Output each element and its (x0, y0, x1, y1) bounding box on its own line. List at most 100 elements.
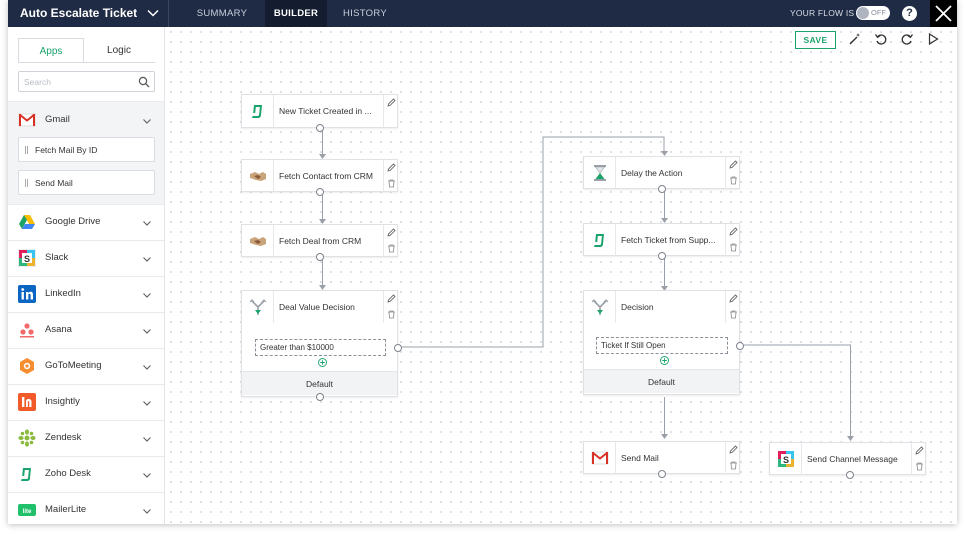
tab-apps[interactable]: Apps (18, 38, 84, 63)
arrowhead (661, 434, 668, 439)
output-port[interactable] (658, 252, 666, 260)
trash-icon[interactable] (729, 176, 738, 185)
zoho-desk-icon (21, 468, 31, 481)
trash-icon[interactable] (387, 310, 396, 319)
tab-history[interactable]: HISTORY (335, 0, 395, 27)
sidebar-item-label: Slack (45, 252, 69, 263)
flow-node-deal-decision[interactable]: Deal Value Decision Greater than $10000 … (241, 290, 402, 401)
svg-text:S: S (783, 455, 789, 465)
trash-icon[interactable] (387, 244, 396, 253)
chevron-down-icon[interactable] (142, 290, 152, 300)
tab-builder[interactable]: BUILDER (265, 0, 327, 27)
chevron-down-icon[interactable] (142, 362, 152, 372)
flow-node-fetch-contact[interactable]: Fetch Contact from CRM (241, 159, 398, 196)
edit-icon[interactable] (387, 228, 396, 237)
action-fetch-mail-by-id[interactable]: Fetch Mail By ID (18, 137, 155, 162)
sidebar-item-label: Gmail (45, 114, 70, 125)
condition-branch[interactable]: Ticket If Still Open (596, 337, 728, 354)
chevron-down-icon[interactable] (142, 116, 152, 126)
flow-node-trigger[interactable]: New Ticket Created in ... (241, 94, 398, 132)
slack-icon: S (778, 451, 794, 467)
tab-underline (18, 62, 155, 63)
chevron-down-icon[interactable] (142, 398, 152, 408)
asana-icon (20, 323, 34, 338)
sidebar-item-label: MailerLite (45, 504, 87, 515)
flow-status-toggle[interactable]: OFF (856, 6, 890, 20)
flow-node-fetch-deal[interactable]: Fetch Deal from CRM (241, 224, 398, 261)
chevron-down-icon[interactable] (142, 434, 152, 444)
output-port[interactable] (316, 188, 324, 196)
flow-node-send-mail[interactable]: Send Mail (583, 441, 740, 478)
output-port[interactable] (316, 124, 324, 132)
sidebar-item-slack[interactable]: S Slack (8, 240, 164, 276)
search-input[interactable] (24, 75, 129, 89)
sidebar-item-gotomeeting[interactable]: GoToMeeting (8, 348, 164, 384)
node-tools (383, 95, 398, 127)
sidebar-item-zoho-desk[interactable]: Zoho Desk (8, 456, 164, 492)
output-port[interactable] (658, 185, 666, 193)
trash-icon[interactable] (387, 179, 396, 188)
trash-icon[interactable] (729, 310, 738, 319)
trash-icon[interactable] (729, 461, 738, 470)
branch-port[interactable] (394, 344, 402, 352)
edit-icon[interactable] (729, 294, 738, 303)
flow-canvas[interactable]: SAVE New Ticket Created in ... Fetch Con… (166, 27, 957, 524)
edit-icon[interactable] (729, 445, 738, 454)
chevron-down-icon[interactable] (146, 6, 160, 20)
chevron-down-icon[interactable] (142, 218, 152, 228)
node-label: Decision (621, 302, 654, 312)
output-port[interactable] (846, 471, 854, 479)
sidebar-item-google-drive[interactable]: Google Drive (8, 204, 164, 240)
branch-port[interactable] (736, 342, 744, 350)
sidebar-item-label: Zendesk (45, 432, 82, 443)
sidebar-item-zendesk[interactable]: Zendesk (8, 420, 164, 456)
tab-logic[interactable]: Logic (86, 38, 152, 63)
sidebar: Apps Logic Gmail Fetch Mail By ID Send M… (8, 27, 165, 524)
sidebar-item-gmail[interactable]: Gmail Fetch Mail By ID Send Mail (8, 101, 164, 213)
edit-icon[interactable] (387, 163, 396, 172)
add-condition-icon[interactable] (318, 358, 327, 367)
default-branch[interactable]: Default (242, 371, 397, 395)
edit-icon[interactable] (915, 446, 924, 455)
chevron-down-icon[interactable] (142, 254, 152, 264)
edit-icon[interactable] (387, 98, 396, 107)
action-send-mail[interactable]: Send Mail (18, 170, 155, 195)
help-button[interactable]: ? (902, 6, 917, 21)
edit-icon[interactable] (729, 160, 738, 169)
node-icon-cell (584, 442, 616, 474)
sidebar-item-label: Zoho Desk (45, 468, 91, 479)
flow-node-fetch-ticket[interactable]: Fetch Ticket from Supp... (583, 223, 740, 260)
sidebar-item-insightly[interactable]: Insightly (8, 384, 164, 420)
flow-node-send-channel-message[interactable]: S Send Channel Message (769, 442, 926, 479)
close-button[interactable] (930, 0, 957, 27)
condition-branch[interactable]: Greater than $10000 (255, 339, 386, 356)
sidebar-item-linkedin[interactable]: LinkedIn (8, 276, 164, 312)
edit-icon[interactable] (729, 227, 738, 236)
sidebar-item-asana[interactable]: Asana (8, 312, 164, 348)
trash-icon[interactable] (729, 243, 738, 252)
sidebar-item-mailerlite[interactable]: lite MailerLite (8, 492, 164, 524)
mailerlite-icon: lite (18, 504, 36, 516)
drag-handle-icon[interactable] (25, 179, 28, 187)
default-branch[interactable]: Default (584, 369, 739, 393)
chevron-down-icon[interactable] (142, 326, 152, 336)
zoho-desk-icon (594, 234, 604, 247)
edit-icon[interactable] (387, 294, 396, 303)
flow-title[interactable]: Auto Escalate Ticket (20, 6, 137, 20)
hourglass-icon (594, 165, 606, 181)
flow-node-decision[interactable]: Decision Ticket If Still Open Default (583, 290, 744, 395)
output-port[interactable] (658, 470, 666, 478)
node-label: Send Mail (621, 453, 659, 463)
tab-summary[interactable]: SUMMARY (189, 0, 255, 27)
search-icon[interactable] (138, 76, 150, 88)
trash-icon[interactable] (915, 462, 924, 471)
sidebar-item-label: Google Drive (45, 216, 101, 227)
output-port[interactable] (316, 253, 324, 261)
chevron-down-icon[interactable] (142, 506, 152, 516)
node-tools (725, 157, 740, 189)
add-condition-icon[interactable] (660, 356, 669, 365)
chevron-down-icon[interactable] (142, 470, 152, 480)
flow-node-delay[interactable]: Delay the Action (583, 156, 740, 193)
output-port[interactable] (316, 393, 324, 401)
drag-handle-icon[interactable] (25, 146, 28, 154)
